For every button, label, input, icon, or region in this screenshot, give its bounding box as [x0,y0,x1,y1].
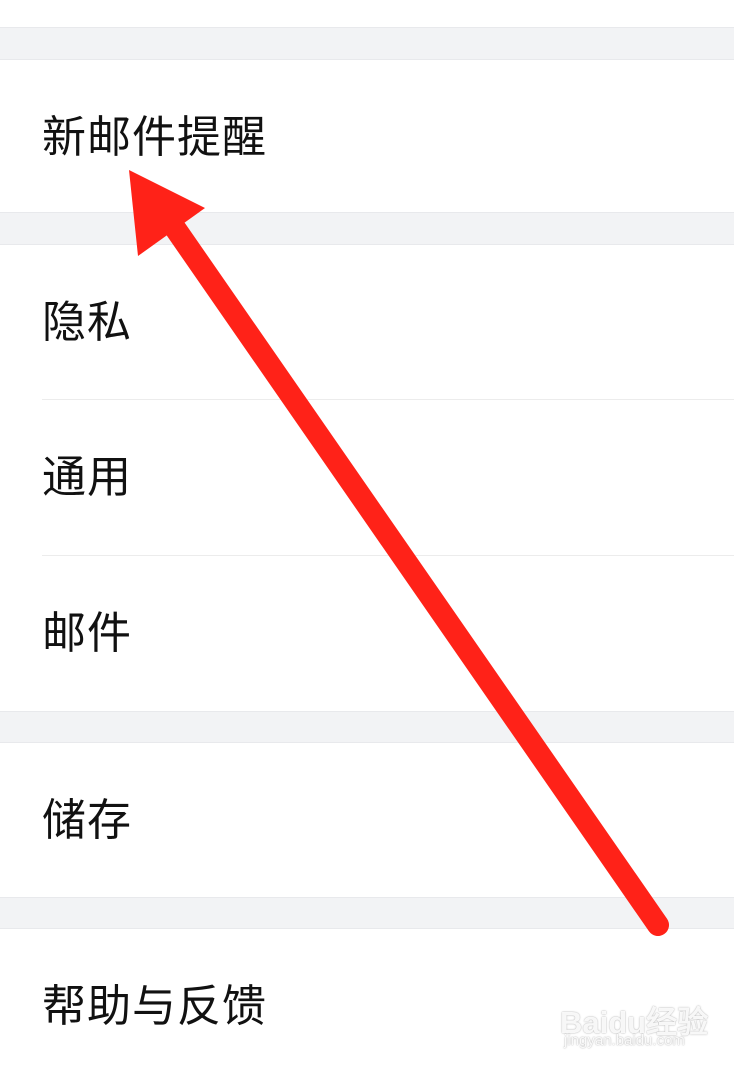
settings-item-general[interactable]: 通用 [0,400,734,555]
section-gap [0,711,734,743]
settings-item-label: 隐私 [42,296,132,348]
watermark-url-text: jingyan.baidu.com [564,1032,685,1049]
section-gap [0,27,734,60]
settings-page: 新邮件提醒 隐私 通用 邮件 储存 帮助与反馈 Baidu经验 jingyan.… [0,0,734,1084]
settings-item-label: 储存 [42,794,132,846]
settings-item-storage[interactable]: 储存 [0,743,734,898]
section-gap [0,897,734,929]
settings-item-new-mail-alert[interactable]: 新邮件提醒 [0,60,734,215]
baidu-jingyan-watermark: Baidu经验 jingyan.baidu.com [560,985,730,1055]
settings-item-label: 通用 [42,451,132,503]
section-gap [0,212,734,245]
settings-item-mail[interactable]: 邮件 [0,556,734,711]
settings-item-privacy[interactable]: 隐私 [0,245,734,400]
settings-item-label: 新邮件提醒 [42,111,267,163]
settings-item-label: 邮件 [42,607,132,659]
settings-item-label: 帮助与反馈 [42,980,267,1032]
